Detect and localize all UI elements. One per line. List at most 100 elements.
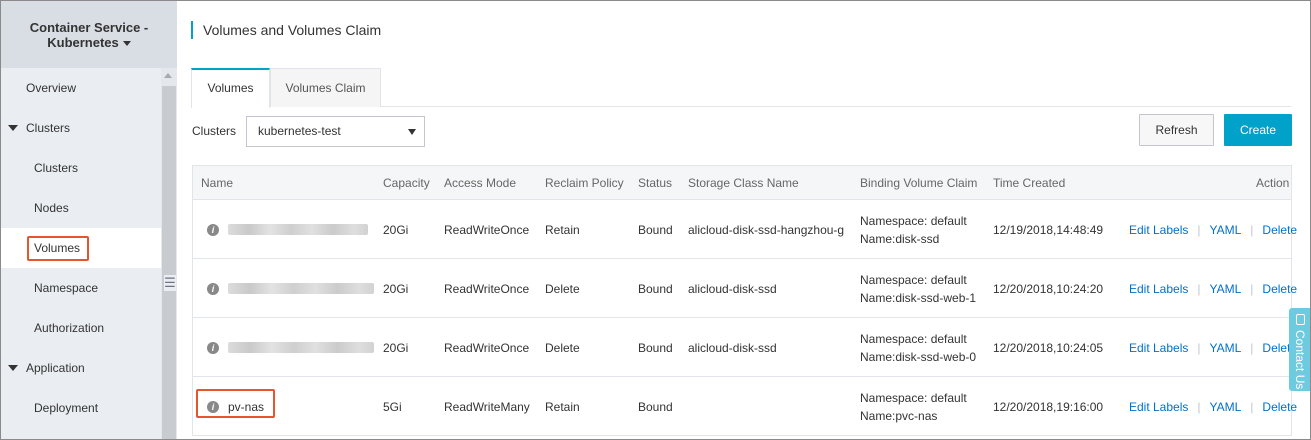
info-icon[interactable]: i: [207, 223, 219, 236]
caret-down-icon: [122, 40, 131, 46]
claim-namespace: Namespace: default: [860, 213, 967, 228]
cell-status: Bound: [638, 399, 673, 414]
sidebar-group-application[interactable]: Application: [1, 348, 161, 388]
sidebar-item-nodes[interactable]: Nodes: [1, 188, 161, 228]
edit-labels-link[interactable]: Edit Labels: [1129, 400, 1188, 414]
cell-reclaim-policy: Delete: [545, 340, 580, 355]
delete-link[interactable]: Delete: [1262, 400, 1297, 414]
sidebar-item-overview[interactable]: Overview: [1, 68, 161, 108]
contact-us-tab[interactable]: Contact Us: [1289, 308, 1310, 391]
claim-name: Name:pvc-nas: [860, 408, 938, 423]
cell-access-mode: ReadWriteOnce: [444, 340, 530, 355]
cluster-select[interactable]: kubernetes-test: [246, 116, 425, 147]
column-header-name: Name: [201, 176, 234, 190]
cell-storage-class: alicloud-disk-ssd: [688, 340, 777, 355]
cell-binding-claim: Namespace: default Name:disk-ssd: [860, 200, 967, 259]
yaml-link[interactable]: YAML: [1210, 400, 1242, 414]
cell-capacity: 5Gi: [383, 399, 402, 414]
dropdown-arrow-icon: [408, 129, 416, 135]
sidebar-item-label: Authorization: [34, 321, 105, 335]
chat-icon: [1296, 314, 1305, 325]
cell-status: Bound: [638, 340, 673, 355]
edit-labels-link[interactable]: Edit Labels: [1129, 282, 1188, 296]
separator: |: [1197, 281, 1201, 296]
sidebar-item-deployment[interactable]: Deployment: [1, 388, 161, 428]
column-header-access-mode: Access Mode: [444, 176, 517, 190]
collapse-sidebar-icon[interactable]: ☰: [164, 275, 176, 291]
cell-binding-claim: Namespace: default Name:pvc-nas: [860, 377, 967, 436]
cell-storage-class: alicloud-disk-ssd: [688, 281, 777, 296]
sidebar-item-volumes[interactable]: Volumes: [1, 228, 161, 268]
scroll-up-icon[interactable]: [164, 73, 172, 78]
sidebar-item-authorization[interactable]: Authorization: [1, 308, 161, 348]
table-row: i 20Gi ReadWriteOnce Retain Bound aliclo…: [193, 200, 1297, 259]
refresh-button[interactable]: Refresh: [1139, 114, 1214, 146]
separator: |: [1250, 399, 1254, 414]
clusters-label: Clusters: [192, 124, 237, 138]
table-header: Name Capacity Access Mode Reclaim Policy…: [193, 166, 1291, 200]
column-header-status: Status: [638, 176, 673, 190]
create-button[interactable]: Create: [1224, 114, 1292, 146]
cell-actions: Edit Labels | YAML | Delete: [1129, 318, 1297, 377]
claim-namespace: Namespace: default: [860, 331, 967, 346]
sidebar-scrollbar-thumb[interactable]: [162, 86, 176, 439]
contact-us-label: Contact Us: [1293, 330, 1307, 390]
separator: |: [1250, 340, 1254, 355]
yaml-link[interactable]: YAML: [1210, 282, 1242, 296]
edit-labels-link[interactable]: Edit Labels: [1129, 341, 1188, 355]
sidebar-nav: Overview Clusters Clusters Nodes Volumes…: [1, 68, 161, 428]
cell-reclaim-policy: Retain: [545, 399, 580, 414]
info-icon[interactable]: i: [207, 400, 219, 413]
cell-name: i: [207, 259, 374, 318]
volumes-table: Name Capacity Access Mode Reclaim Policy…: [192, 165, 1297, 436]
cell-actions: Edit Labels | YAML | Delete: [1129, 259, 1297, 318]
delete-link[interactable]: Delete: [1262, 282, 1297, 296]
claim-name: Name:disk-ssd: [860, 231, 940, 246]
cell-status: Bound: [638, 281, 673, 296]
table-row: i 20Gi ReadWriteOnce Delete Bound aliclo…: [193, 318, 1297, 377]
sidebar-group-clusters[interactable]: Clusters: [1, 108, 161, 148]
tab-volumes[interactable]: Volumes: [191, 68, 270, 108]
delete-link[interactable]: Delete: [1262, 223, 1297, 237]
column-header-action: Action: [1256, 176, 1290, 190]
claim-namespace: Namespace: default: [860, 272, 967, 287]
cell-actions: Edit Labels | YAML | Delete: [1129, 200, 1297, 259]
separator: |: [1197, 340, 1201, 355]
cell-time-created: 12/20/2018,10:24:20: [993, 281, 1104, 296]
sidebar-item-label: Nodes: [34, 201, 69, 215]
info-icon[interactable]: i: [207, 341, 219, 354]
sidebar-item-label: Application: [26, 361, 85, 375]
tab-volumes-claim[interactable]: Volumes Claim: [270, 68, 381, 107]
yaml-link[interactable]: YAML: [1210, 223, 1242, 237]
cell-actions: Edit Labels | YAML | Delete: [1129, 377, 1297, 436]
sidebar-item-label: Volumes: [34, 241, 81, 255]
yaml-link[interactable]: YAML: [1210, 341, 1242, 355]
sidebar: Container Service - Kubernetes Overview …: [1, 1, 177, 439]
main-content: Volumes and Volumes Claim Volumes Volume…: [177, 1, 1310, 439]
cell-capacity: 20Gi: [383, 281, 409, 296]
separator: |: [1250, 222, 1254, 237]
edit-labels-link[interactable]: Edit Labels: [1129, 223, 1188, 237]
page-title: Volumes and Volumes Claim: [191, 21, 381, 39]
redacted-name: [228, 342, 374, 353]
volume-name[interactable]: pv-nas: [228, 400, 264, 414]
sidebar-item-label: Overview: [26, 81, 77, 95]
product-switcher[interactable]: Container Service - Kubernetes: [1, 1, 177, 68]
column-header-binding-claim: Binding Volume Claim: [860, 176, 978, 190]
sidebar-item-namespace[interactable]: Namespace: [1, 268, 161, 308]
cluster-select-value: kubernetes-test: [258, 124, 341, 138]
claim-namespace: Namespace: default: [860, 390, 967, 405]
claim-name: Name:disk-ssd-web-0: [860, 349, 977, 364]
sidebar-item-label: Clusters: [34, 161, 79, 175]
table-row: i 20Gi ReadWriteOnce Delete Bound aliclo…: [193, 259, 1297, 318]
cell-name: i: [207, 318, 374, 377]
info-icon[interactable]: i: [207, 282, 219, 295]
app-window: Container Service - Kubernetes Overview …: [0, 0, 1311, 440]
table-row: i pv-nas 5Gi ReadWriteMany Retain Bound N…: [193, 377, 1297, 436]
cell-access-mode: ReadWriteOnce: [444, 281, 530, 296]
cell-status: Bound: [638, 222, 673, 237]
product-title-line2: Kubernetes: [47, 34, 119, 50]
redacted-name: [228, 283, 374, 294]
cell-access-mode: ReadWriteMany: [444, 399, 530, 414]
sidebar-item-clusters[interactable]: Clusters: [1, 148, 161, 188]
